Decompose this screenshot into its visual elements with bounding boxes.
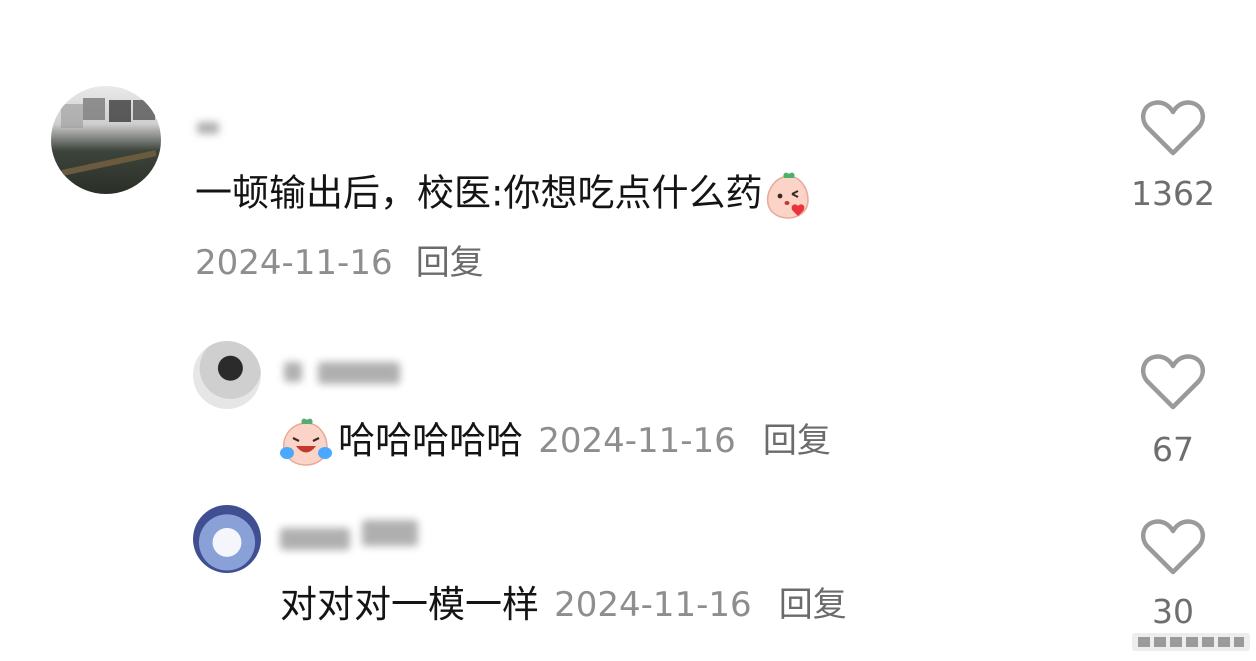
like-button[interactable] [1140, 352, 1206, 416]
like-button[interactable] [1140, 517, 1206, 581]
heart-outline-icon [1140, 519, 1206, 575]
like-count: 30 [1152, 592, 1194, 631]
like-count: 67 [1152, 430, 1194, 469]
comment-date: 2024-11-16 [538, 421, 736, 461]
comment-body: 一顿输出后，校医:你想吃点什么药 [195, 171, 763, 215]
username-redacted[interactable] [318, 362, 400, 384]
comment-body: 哈哈哈哈哈 [338, 419, 524, 462]
avatar[interactable] [193, 505, 261, 573]
comment-date: 2024-11-16 [195, 243, 393, 283]
avatar-mosaic [83, 98, 105, 120]
avatar-mosaic [133, 100, 155, 120]
peach-kiss-emoji [767, 172, 810, 219]
heart-outline-icon [1140, 354, 1206, 410]
avatar[interactable] [51, 86, 161, 194]
peach-laugh-cry-emoji [280, 418, 332, 466]
like-count: 1362 [1131, 174, 1215, 213]
comment-row: 哈哈哈哈哈 2024-11-16 回复 [279, 415, 831, 467]
avatar-mosaic [109, 100, 131, 122]
reply-button[interactable]: 回复 [779, 585, 847, 625]
username-redacted[interactable] [362, 520, 418, 546]
like-button[interactable] [1140, 98, 1206, 162]
avatar[interactable] [193, 341, 261, 409]
username-redacted[interactable] [280, 528, 350, 550]
username-redacted[interactable] [197, 122, 219, 134]
comment-row: 对对对一模一样 2024-11-16 回复 [280, 583, 847, 627]
heart-outline-icon [1140, 100, 1206, 156]
avatar-mosaic [61, 104, 83, 128]
comment-body: 对对对一模一样 [280, 583, 539, 626]
watermark [1132, 629, 1250, 655]
avatar-guitar-neck [61, 150, 157, 176]
username-redacted[interactable] [284, 362, 302, 382]
comment-date: 2024-11-16 [554, 585, 752, 625]
reply-button[interactable]: 回复 [763, 421, 831, 461]
comment-meta: 2024-11-16 回复 [195, 243, 484, 283]
reply-button[interactable]: 回复 [416, 243, 484, 283]
comment-text: 一顿输出后，校医:你想吃点什么药 [195, 170, 814, 220]
